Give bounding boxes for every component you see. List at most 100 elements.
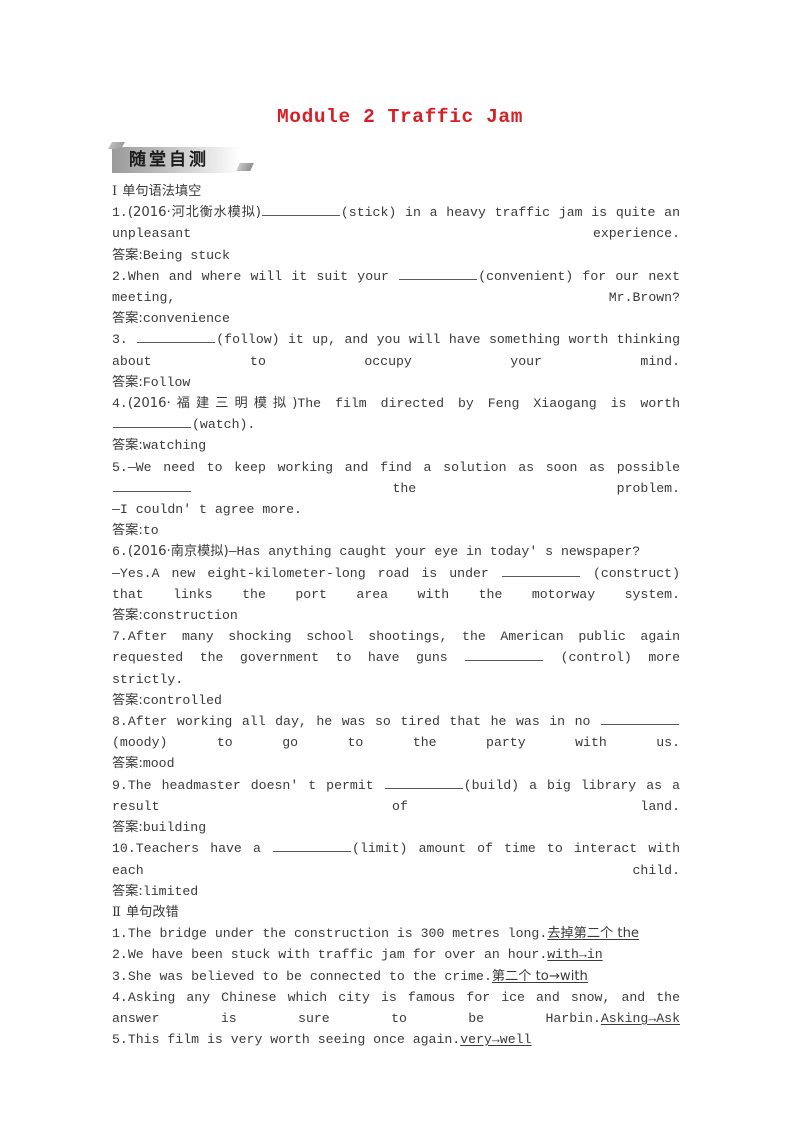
question-cue: (follow) — [216, 332, 280, 348]
correction-sentence: We have been stuck with traffic jam for … — [127, 947, 548, 963]
question-reply: —I couldn' t agree more. — [112, 502, 302, 518]
answer-line: 答案:watching — [112, 435, 680, 456]
answer-line: 答案:building — [112, 817, 680, 838]
question-source: (2016·河北衡水模拟) — [127, 205, 261, 221]
answer-label: 答案: — [112, 756, 143, 772]
question-item: 6.(2016·南京模拟)—Has anything caught your e… — [112, 541, 680, 562]
section-heading-2: Ⅱ 单句改错 — [112, 902, 680, 923]
question-number: 6. — [112, 544, 128, 560]
section-numeral-2: Ⅱ — [112, 904, 121, 920]
correction-item: 3.She was believed to be connected to th… — [112, 966, 680, 987]
answer-blank[interactable] — [465, 648, 544, 662]
correction-answer: with→in — [547, 947, 603, 963]
section-numeral-1: Ⅰ — [112, 184, 118, 199]
question-text: The film directed by Feng Xiaogang is wo… — [297, 396, 681, 412]
question-number: 1. — [112, 205, 128, 221]
question-item: 4.(2016·福建三明模拟)The film directed by Feng… — [112, 393, 680, 435]
question-number: 1. — [112, 926, 128, 942]
answer-value: to — [142, 523, 159, 539]
answer-line: 答案:Follow — [112, 372, 680, 393]
answer-blank[interactable] — [113, 415, 191, 429]
question-item: 9.The headmaster doesn' t permit (build)… — [112, 775, 680, 817]
question-number: 7. — [112, 629, 128, 645]
question-cue: (build) — [463, 777, 520, 793]
question-source: (2016·福建三明模拟) — [127, 396, 298, 412]
banner-label: 随堂自测 — [129, 150, 209, 170]
answer-blank[interactable] — [137, 330, 216, 344]
answer-blank[interactable] — [261, 203, 340, 217]
answer-blank[interactable] — [399, 267, 478, 280]
answer-blank[interactable] — [113, 479, 191, 492]
answer-blank[interactable] — [273, 839, 352, 853]
question-item: 2.When and where will it suit your (conv… — [112, 266, 680, 308]
question-item: 5.—We need to keep working and find a so… — [112, 457, 680, 499]
question-number: 3. — [112, 332, 128, 348]
question-text: —Yes.A new eight-kilometer-long road is … — [112, 565, 501, 581]
correction-sentence: This film is very worth seeing once agai… — [127, 1032, 461, 1048]
answer-label: 答案: — [112, 692, 143, 708]
answer-label: 答案: — [112, 523, 143, 539]
banner-flag-stem-icon — [116, 145, 121, 147]
correction-answer: Asking→Ask — [600, 1010, 680, 1026]
answer-value: limited — [142, 883, 199, 899]
worksheet-body: Ⅰ 单句语法填空 1.(2016·河北衡水模拟) (stick) in a heav… — [112, 181, 680, 1050]
answer-label: 答案: — [112, 311, 143, 327]
answer-line: 答案:Being stuck — [112, 245, 680, 266]
worksheet-page: Module 2 Traffic Jam 随堂自测 Ⅰ 单句语法填空 1.(201… — [0, 0, 800, 1132]
correction-item: 2.We have been stuck with traffic jam fo… — [112, 944, 680, 965]
answer-value: watching — [142, 438, 207, 454]
question-text: —We need to keep working and find a solu… — [127, 459, 680, 475]
answer-blank[interactable] — [601, 712, 679, 726]
answer-label: 答案: — [112, 883, 143, 899]
question-item: 8.After working all day, he was so tired… — [112, 711, 680, 753]
answer-value: construction — [142, 608, 238, 624]
question-cue: (control) — [560, 650, 632, 666]
question-number: 10. — [112, 841, 136, 857]
answer-label: 答案: — [112, 438, 143, 454]
question-number: 4. — [112, 989, 128, 1005]
question-number: 3. — [112, 968, 128, 984]
question-text: —Has anything caught your eye in today' … — [228, 544, 641, 560]
question-cue: (moody) — [112, 735, 168, 751]
correction-item: 5.This film is very worth seeing once ag… — [112, 1029, 680, 1050]
answer-blank[interactable] — [501, 564, 580, 577]
section-heading-1: Ⅰ 单句语法填空 — [112, 181, 680, 202]
question-item: 10.Teachers have a (limit) amount of tim… — [112, 838, 680, 880]
section-title-1: 单句语法填空 — [122, 184, 202, 199]
correction-item: 1.The bridge under the construction is 3… — [112, 923, 680, 944]
answer-blank[interactable] — [384, 776, 463, 789]
answer-value: Follow — [142, 374, 191, 390]
answer-line: 答案:convenience — [112, 308, 680, 329]
correction-sentence: She was believed to be connected to the … — [127, 968, 492, 984]
answer-value: Being stuck — [142, 247, 230, 263]
answer-value: convenience — [142, 311, 230, 327]
question-text: The headmaster doesn' t permit — [127, 777, 384, 793]
section-banner: 随堂自测 — [107, 142, 254, 173]
answer-line: 答案:controlled — [112, 690, 680, 711]
question-text: the problem. — [192, 480, 680, 496]
correction-answer: very→well — [460, 1032, 532, 1048]
correction-item: 4.Asking any Chinese which city is famou… — [112, 987, 680, 1029]
answer-label: 答案: — [112, 608, 143, 624]
question-text: to go to the party with us. — [167, 735, 680, 751]
question-number: 2. — [112, 268, 128, 284]
question-number: 2. — [112, 947, 128, 963]
answer-value: mood — [142, 756, 175, 772]
question-item-cont: —Yes.A new eight-kilometer-long road is … — [112, 563, 680, 605]
correction-answer: 去掉第二个 the — [547, 926, 640, 942]
question-text: that links the port area with the motorw… — [112, 586, 680, 602]
question-text: After working all day, he was so tired t… — [127, 714, 600, 730]
question-text — [128, 332, 136, 347]
answer-value: building — [142, 820, 207, 836]
question-number: 9. — [112, 777, 128, 793]
answer-line: 答案:construction — [112, 605, 680, 626]
answer-line: 答案:to — [112, 520, 680, 541]
answer-label: 答案: — [112, 374, 143, 390]
correction-sentence: The bridge under the construction is 300… — [127, 926, 548, 942]
question-cue: (stick) — [340, 205, 397, 221]
question-item: 7.After many shocking school shootings, … — [112, 626, 680, 690]
answer-label: 答案: — [112, 820, 143, 836]
question-number: 5. — [112, 1032, 128, 1048]
question-text: When and where will it suit your — [127, 268, 399, 284]
question-text: Teachers have a — [135, 841, 273, 857]
